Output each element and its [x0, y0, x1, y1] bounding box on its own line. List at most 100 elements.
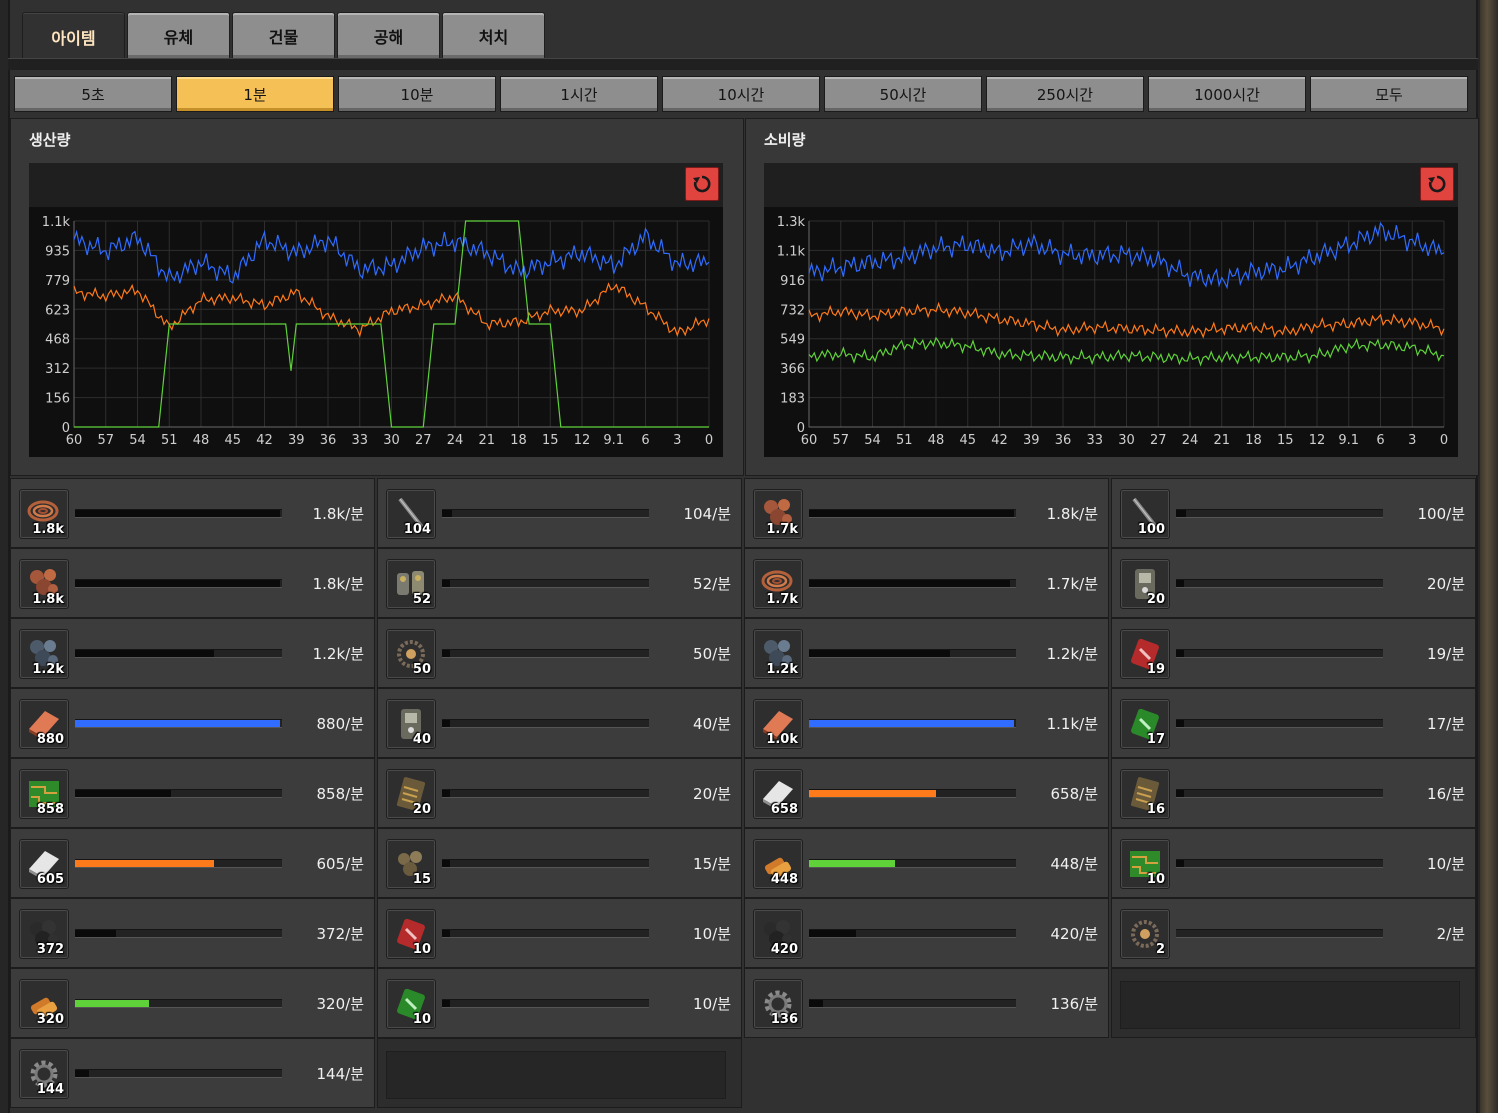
y-tick-label: 156 — [45, 392, 70, 407]
item-icon-button[interactable]: 19 — [1120, 629, 1170, 679]
x-tick-label: 45 — [224, 433, 241, 448]
rate-bar-fill — [809, 930, 857, 937]
item-row: 1.8k 1.8k/분 — [10, 478, 375, 548]
rate-bar-fill — [809, 510, 1014, 517]
item-row: 605 605/분 — [10, 828, 375, 898]
item-icon-button[interactable]: 17 — [1120, 699, 1170, 749]
time-range-button[interactable]: 250시간 — [986, 76, 1144, 112]
item-icon-button[interactable]: 858 — [19, 769, 69, 819]
production-reset-button[interactable] — [685, 167, 719, 201]
item-icon-button[interactable]: 320 — [19, 979, 69, 1029]
item-icon-button[interactable]: 1.2k — [19, 629, 69, 679]
time-range-button[interactable]: 50시간 — [824, 76, 982, 112]
item-row: 1.7k 1.7k/분 — [744, 548, 1109, 618]
item-rate: 100/분 — [1417, 505, 1465, 523]
item-count: 1.7k — [766, 592, 798, 607]
rate-bar-fill — [442, 860, 450, 867]
item-icon-button[interactable]: 100 — [1120, 489, 1170, 539]
item-icon-button[interactable]: 1.7k — [753, 489, 803, 539]
rate-bar-fill — [75, 510, 280, 517]
x-tick-label: 51 — [161, 433, 178, 448]
category-tab[interactable]: 아이템 — [22, 12, 125, 60]
time-range-button[interactable]: 1000시간 — [1148, 76, 1306, 112]
item-icon-button[interactable]: 420 — [753, 909, 803, 959]
empty-slot-frame — [386, 1051, 726, 1099]
item-icon-button[interactable]: 16 — [1120, 769, 1170, 819]
item-icon-button[interactable]: 1.7k — [753, 559, 803, 609]
line-chart: 60 57 54 51 48 45 42 39 36 33 30 27 24 21 18 15 12 9.1 6 3 0… — [777, 215, 1448, 448]
item-row: 100 100/분 — [1111, 478, 1476, 548]
item-count: 10 — [412, 942, 431, 957]
rate-bar — [75, 929, 282, 938]
item-rate: 1.2k/분 — [1046, 645, 1098, 663]
category-tab[interactable]: 건물 — [232, 12, 335, 58]
x-tick-label: 30 — [1118, 433, 1135, 448]
item-row: 880 880/분 — [10, 688, 375, 758]
empty-item-slot — [1111, 968, 1476, 1038]
item-row: 448 448/분 — [744, 828, 1109, 898]
item-icon-button[interactable]: 50 — [386, 629, 436, 679]
consumption-chart-header — [764, 163, 1458, 207]
category-tab[interactable]: 유체 — [127, 12, 230, 58]
x-tick-label: 0 — [1440, 433, 1448, 448]
item-count: 19 — [1146, 662, 1165, 677]
rate-bar — [442, 719, 649, 728]
consumption-chart: 60 57 54 51 48 45 42 39 36 33 30 27 24 21 18 15 12 9.1 6 3 0… — [764, 207, 1458, 457]
item-icon-button[interactable]: 1.8k — [19, 559, 69, 609]
item-row: 1.8k 1.8k/분 — [10, 548, 375, 618]
consumption-reset-button[interactable] — [1420, 167, 1454, 201]
x-tick-label: 0 — [705, 433, 713, 448]
item-icon-button[interactable]: 52 — [386, 559, 436, 609]
rate-bar — [75, 509, 282, 518]
item-count: 320 — [36, 1012, 64, 1027]
item-icon-button[interactable]: 2 — [1120, 909, 1170, 959]
item-icon-button[interactable]: 10 — [386, 979, 436, 1029]
item-icon-button[interactable]: 1.0k — [753, 699, 803, 749]
item-icon-button[interactable]: 658 — [753, 769, 803, 819]
category-tab[interactable]: 처치 — [442, 12, 545, 58]
time-range-button[interactable]: 10시간 — [662, 76, 820, 112]
category-tab[interactable]: 공해 — [337, 12, 440, 58]
time-range-button[interactable]: 모두 — [1310, 76, 1468, 112]
item-icon-button[interactable]: 20 — [1120, 559, 1170, 609]
item-icon-button[interactable]: 448 — [753, 839, 803, 889]
y-tick-label: 623 — [45, 303, 70, 318]
reset-icon — [1428, 175, 1446, 193]
x-tick-label: 54 — [129, 433, 146, 448]
item-row: 10 10/분 — [1111, 828, 1476, 898]
item-rate: 15/분 — [693, 855, 731, 873]
item-icon-button[interactable]: 40 — [386, 699, 436, 749]
item-icon-button[interactable]: 144 — [19, 1049, 69, 1099]
item-count: 1.0k — [766, 732, 798, 747]
item-icon-button[interactable]: 15 — [386, 839, 436, 889]
production-title: 생산량 — [29, 131, 71, 149]
item-count: 15 — [412, 872, 431, 887]
item-icon-button[interactable]: 880 — [19, 699, 69, 749]
item-icon-button[interactable]: 10 — [1120, 839, 1170, 889]
time-range-button[interactable]: 1분 — [176, 76, 334, 112]
item-row: 52 52/분 — [377, 548, 742, 618]
rate-bar-fill — [1176, 510, 1187, 517]
item-icon-button[interactable]: 136 — [753, 979, 803, 1029]
item-icon-button[interactable]: 10 — [386, 909, 436, 959]
item-rate: 52/분 — [693, 575, 731, 593]
item-count: 10 — [412, 1012, 431, 1027]
time-range-button[interactable]: 10분 — [338, 76, 496, 112]
item-icon-button[interactable]: 20 — [386, 769, 436, 819]
x-tick-label: 39 — [288, 433, 305, 448]
item-icon-button[interactable]: 1.2k — [753, 629, 803, 679]
rate-bar — [809, 649, 1016, 658]
item-icon-button[interactable]: 605 — [19, 839, 69, 889]
item-count: 1.7k — [766, 522, 798, 537]
item-icon-button[interactable]: 104 — [386, 489, 436, 539]
time-range-button[interactable]: 5초 — [14, 76, 172, 112]
item-icon-button[interactable]: 372 — [19, 909, 69, 959]
rate-bar — [809, 509, 1016, 518]
rate-bar-fill — [1176, 860, 1184, 867]
item-count: 858 — [36, 802, 64, 817]
rate-bar — [809, 859, 1016, 868]
time-range-button[interactable]: 1시간 — [500, 76, 658, 112]
rate-bar-fill — [809, 1000, 824, 1007]
x-tick-label: 30 — [383, 433, 400, 448]
item-icon-button[interactable]: 1.8k — [19, 489, 69, 539]
